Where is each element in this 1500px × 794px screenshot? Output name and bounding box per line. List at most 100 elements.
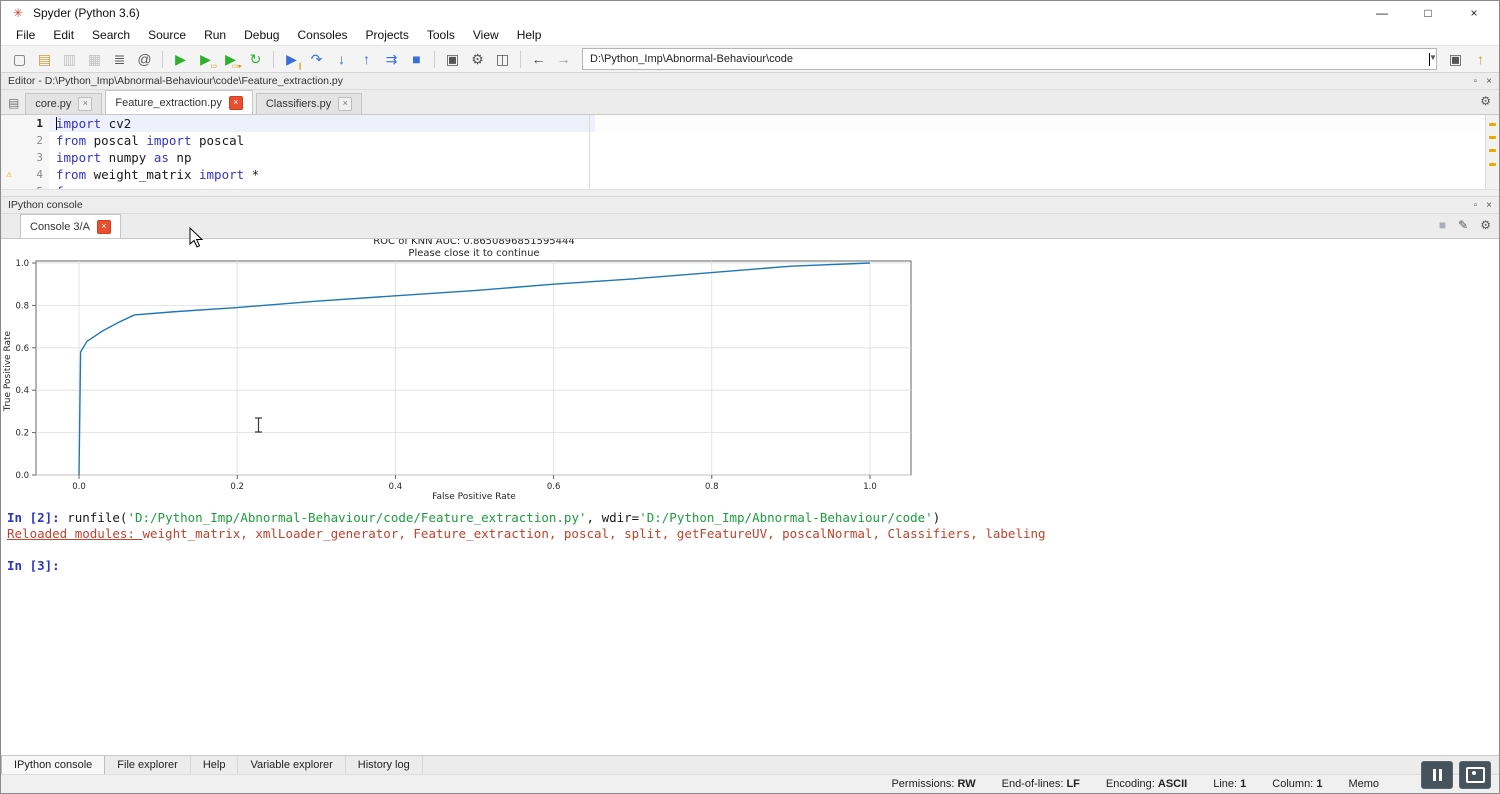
close-button[interactable]: × <box>1451 1 1497 25</box>
pause-button[interactable] <box>1421 761 1453 789</box>
editor-tab-classifiers-py[interactable]: Classifiers.py× <box>256 93 362 114</box>
console-corner-icons: ■ ✎ ⚙ <box>1439 218 1491 232</box>
open-file-button[interactable]: ▤ <box>32 48 57 70</box>
options-gear-icon[interactable]: ⚙ <box>1480 218 1491 232</box>
gutter-spacer <box>1 149 17 166</box>
code-line-5[interactable]: 5from <box>1 183 1499 189</box>
step-return-button[interactable]: ↑ <box>354 48 379 70</box>
debug-continue-button[interactable]: ⇉ <box>379 48 404 70</box>
warning-flag <box>1489 149 1496 152</box>
step-into-icon: ↓ <box>338 51 345 67</box>
pause-icon <box>1433 769 1436 781</box>
close-pane-icon[interactable]: × <box>1486 200 1492 211</box>
code-token: np <box>169 150 192 165</box>
svg-text:0.0: 0.0 <box>72 482 86 492</box>
editor-tab-core-py[interactable]: core.py× <box>25 93 102 114</box>
parent-directory-button[interactable]: ↑ <box>1468 48 1493 70</box>
new-file-button[interactable]: ▢ <box>7 48 32 70</box>
close-pane-icon[interactable]: × <box>1486 76 1492 87</box>
edit-icon[interactable]: ✎ <box>1458 218 1468 232</box>
step-over-button[interactable]: ↷ <box>304 48 329 70</box>
console-segment: 'D:/Python_Imp/Abnormal-Behaviour/code/F… <box>127 510 586 525</box>
run-cell-icon: ▶ <box>200 51 211 68</box>
back-button[interactable]: ← <box>526 48 551 70</box>
svg-text:0.2: 0.2 <box>15 429 29 439</box>
menu-help[interactable]: Help <box>508 27 551 43</box>
screen-share-button[interactable] <box>1459 761 1491 789</box>
status-value: 1 <box>1316 778 1322 790</box>
roc-chart: 0.00.20.40.60.81.00.00.20.40.60.81.0ROC … <box>1 239 921 501</box>
gutter-spacer <box>1 132 17 149</box>
undock-icon[interactable]: ▫ <box>1474 76 1478 87</box>
run-cell-advance-button[interactable]: ▶▭▸ <box>218 48 243 70</box>
save-file-button[interactable]: ▥ <box>57 48 82 70</box>
minimize-button[interactable]: — <box>1359 1 1405 25</box>
menu-edit[interactable]: Edit <box>44 27 83 43</box>
ipython-console[interactable]: 0.00.20.40.60.81.00.00.20.40.60.81.0ROC … <box>1 239 1499 755</box>
console-segment: ) <box>933 510 941 525</box>
forward-button[interactable]: → <box>551 48 576 70</box>
editor-scroll-flag-area[interactable] <box>1485 115 1499 189</box>
menu-search[interactable]: Search <box>83 27 139 43</box>
maximize-pane-button[interactable]: ▣ <box>440 48 465 70</box>
menu-source[interactable]: Source <box>139 27 195 43</box>
maximize-button[interactable]: □ <box>1405 1 1451 25</box>
editor-pane-title: Editor - D:\Python_Imp\Abnormal-Behaviou… <box>8 75 343 87</box>
console-tab[interactable]: Console 3/A × <box>20 214 121 238</box>
pane-tab-variable-explorer[interactable]: Variable explorer <box>238 756 345 774</box>
svg-text:0.0: 0.0 <box>15 471 29 481</box>
debug-continue-icon: ⇉ <box>386 51 398 68</box>
symbol-finder-button[interactable]: @ <box>132 48 157 70</box>
pane-tab-file-explorer[interactable]: File explorer <box>105 756 191 774</box>
pane-tab-help[interactable]: Help <box>191 756 239 774</box>
pane-tab-ipython-console[interactable]: IPython console <box>1 756 105 774</box>
code-line-2[interactable]: 2from poscal import poscal <box>1 132 1499 149</box>
menu-file[interactable]: File <box>7 27 44 43</box>
inspect-icon[interactable]: ■ <box>1439 218 1446 232</box>
code-editor[interactable]: 1import cv22from poscal import poscal3im… <box>1 115 1499 189</box>
save-all-button[interactable]: ▦ <box>82 48 107 70</box>
gutter-spacer <box>1 115 17 132</box>
menu-view[interactable]: View <box>464 27 508 43</box>
tab-close-icon[interactable]: × <box>338 97 352 111</box>
re-run-button[interactable]: ↻ <box>243 48 268 70</box>
code-token: weight_matrix <box>86 167 199 182</box>
file-switcher-button[interactable]: ≣ <box>107 48 132 70</box>
tab-close-icon[interactable]: × <box>97 220 111 234</box>
preferences-button[interactable]: ⚙ <box>465 48 490 70</box>
python-packages-button[interactable]: ◫ <box>490 48 515 70</box>
pane-splitter[interactable] <box>1 189 1499 197</box>
warning-flag <box>1489 163 1496 166</box>
working-directory-combo[interactable]: D:\Python_Imp\Abnormal-Behaviour\code ▼ <box>582 48 1437 70</box>
code-line-3[interactable]: 3import numpy as np <box>1 149 1499 166</box>
code-token <box>86 184 94 189</box>
undock-icon[interactable]: ▫ <box>1474 200 1478 211</box>
tab-close-icon[interactable]: × <box>229 96 243 110</box>
console-line: In [2]: runfile('D:/Python_Imp/Abnormal-… <box>7 510 1493 526</box>
browse-working-directory-button[interactable]: ▣ <box>1443 48 1468 70</box>
debug-file-button[interactable]: ▶❙ <box>279 48 304 70</box>
debug-file-icon: ▶ <box>286 51 297 68</box>
browse-tabs-icon[interactable]: ▤ <box>8 96 19 110</box>
editor-tab-feature-extraction-py[interactable]: Feature_extraction.py× <box>105 90 252 114</box>
step-into-button[interactable]: ↓ <box>329 48 354 70</box>
toolbar-separator <box>434 51 435 68</box>
svg-text:0.6: 0.6 <box>15 344 29 354</box>
menu-consoles[interactable]: Consoles <box>288 27 356 43</box>
editor-options-gear-icon[interactable]: ⚙ <box>1480 94 1491 108</box>
svg-text:ROC of KNN AUC: 0.8650896851: ROC of KNN AUC: 0.8650896851595444 <box>373 239 575 247</box>
save-file-icon: ▥ <box>63 51 76 68</box>
window-title: Spyder (Python 3.6) <box>33 6 140 20</box>
code-line-4[interactable]: ⚠4from weight_matrix import * <box>1 166 1499 183</box>
stop-debug-button[interactable]: ■ <box>404 48 429 70</box>
menu-projects[interactable]: Projects <box>357 27 418 43</box>
status-encoding: Encoding: ASCII <box>1106 778 1187 790</box>
menu-tools[interactable]: Tools <box>418 27 464 43</box>
tab-close-icon[interactable]: × <box>78 97 92 111</box>
menu-run[interactable]: Run <box>195 27 235 43</box>
pane-tab-history-log[interactable]: History log <box>346 756 423 774</box>
run-cell-button[interactable]: ▶▭ <box>193 48 218 70</box>
menu-debug[interactable]: Debug <box>235 27 288 43</box>
run-button[interactable]: ▶ <box>168 48 193 70</box>
code-line-1[interactable]: 1import cv2 <box>1 115 1499 132</box>
